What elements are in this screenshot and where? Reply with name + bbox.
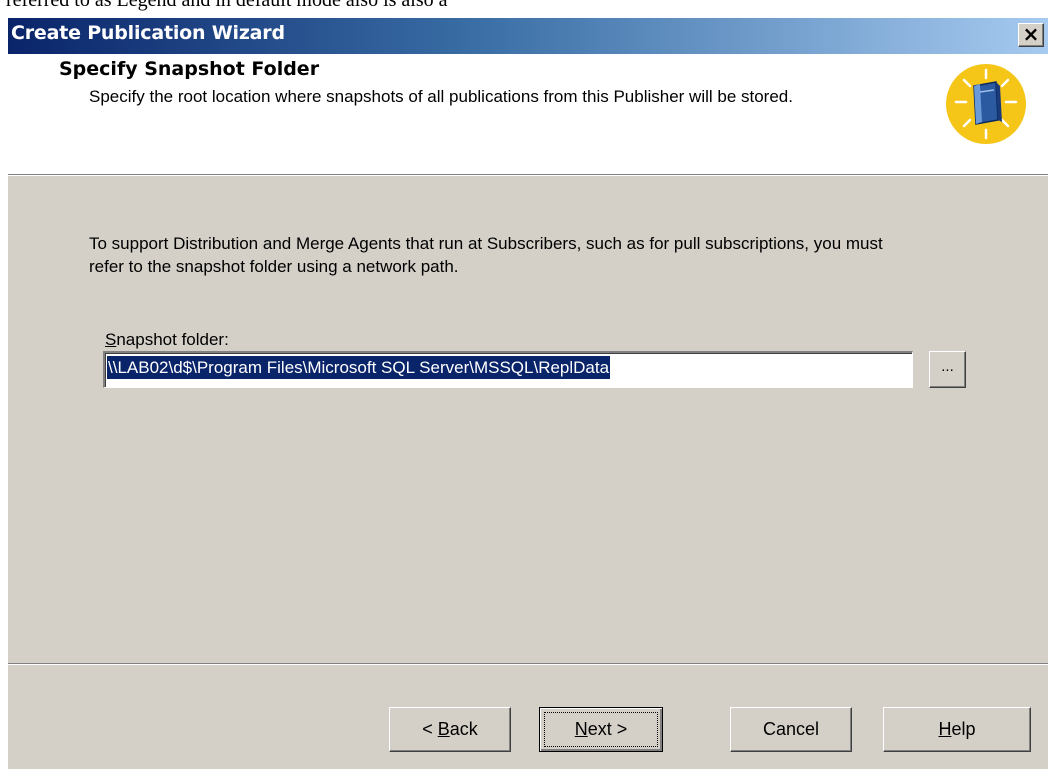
background-document-text: referred to as Legend and in default mod… (6, 0, 448, 11)
next-mnemonic: N (574, 719, 588, 739)
next-label: ext > (587, 719, 628, 739)
window-title: Create Publication Wizard (11, 22, 285, 44)
back-button[interactable]: < Back (389, 707, 511, 752)
help-button[interactable]: Help (883, 707, 1031, 752)
wizard-book-icon (946, 64, 1026, 144)
browse-button[interactable]: ... (929, 351, 966, 388)
instructions-text: To support Distribution and Merge Agents… (89, 234, 883, 276)
cancel-button[interactable]: Cancel (730, 707, 852, 752)
back-mnemonic: B (437, 719, 450, 739)
snapshot-folder-label-text: napshot folder: (116, 330, 229, 349)
title-bar[interactable]: Create Publication Wizard × (8, 18, 1048, 54)
page-description: Specify the root location where snapshot… (89, 87, 793, 106)
next-button[interactable]: Next > (539, 707, 663, 752)
footer-divider-highlight (8, 664, 1048, 665)
snapshot-folder-mnemonic: S (105, 330, 117, 349)
snapshot-folder-value: \\LAB02\d$\Program Files\Microsoft SQL S… (107, 356, 611, 379)
page-title: Specify Snapshot Folder (59, 58, 320, 80)
wizard-window: Create Publication Wizard × Specify Snap… (7, 18, 1048, 769)
help-label: elp (951, 719, 976, 739)
back-label: ack (449, 719, 478, 739)
snapshot-folder-input[interactable]: \\LAB02\d$\Program Files\Microsoft SQL S… (103, 351, 913, 388)
close-button[interactable]: × (1018, 23, 1044, 47)
background-document-strip: referred to as Legend and in default mod… (0, 0, 1048, 18)
snapshot-folder-label: Snapshot folder: (105, 330, 229, 350)
back-prefix: < (422, 719, 438, 739)
close-icon: × (1022, 22, 1040, 46)
help-mnemonic: H (938, 719, 952, 739)
